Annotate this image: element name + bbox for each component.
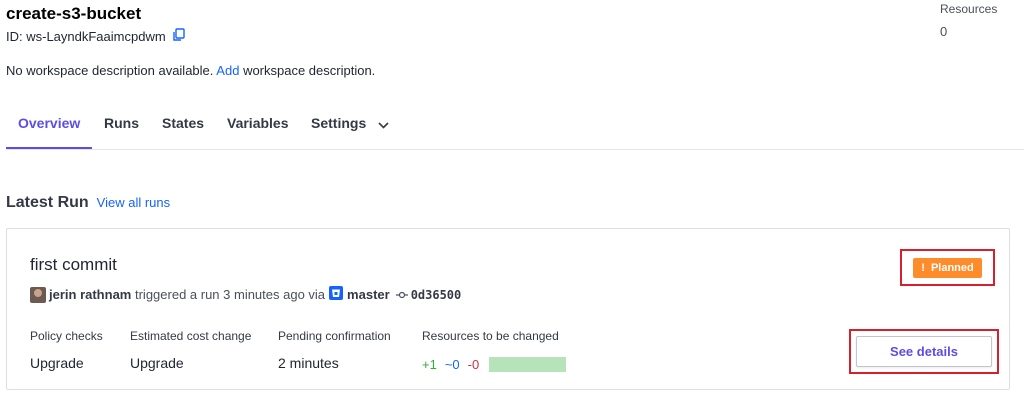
cost-estimation: Estimated cost change Upgrade (130, 329, 251, 371)
view-all-runs-link[interactable]: View all runs (97, 195, 170, 210)
copy-icon[interactable] (172, 28, 188, 44)
see-details-highlight: See details (849, 329, 999, 374)
tab-settings[interactable]: Settings (299, 98, 401, 149)
add-description-link[interactable]: Add (216, 63, 239, 78)
workspace-tabs: Overview Runs States Variables Settings (6, 98, 1024, 150)
branch-name: master (347, 287, 390, 302)
pending-confirmation-label: Pending confirmation (278, 329, 391, 343)
tab-states[interactable]: States (150, 98, 216, 149)
avatar (30, 286, 46, 303)
cost-estimation-value: Upgrade (130, 355, 184, 371)
resources-add-count: +1 (422, 357, 437, 372)
cost-estimation-label: Estimated cost change (130, 329, 252, 343)
resource-changes-bar (489, 357, 567, 372)
tab-variables[interactable]: Variables (215, 98, 301, 149)
workspace-description: No workspace description available. Add … (6, 63, 375, 78)
description-text: No workspace description available. (6, 63, 214, 78)
run-meta: jerin rathnam triggered a run 3 minutes … (30, 286, 461, 303)
resources-label: Resources (940, 2, 998, 16)
chevron-down-icon (378, 99, 389, 149)
exclamation-icon: ! (921, 261, 925, 274)
run-action: triggered a run 3 minutes ago via (134, 287, 326, 302)
policy-checks-value: Upgrade (30, 355, 84, 371)
status-label: Planned (930, 261, 974, 274)
resources-summary: Resources 0 (940, 2, 997, 39)
policy-checks: Policy checks Upgrade (30, 329, 103, 371)
commit-sha[interactable]: 0d36500 (411, 288, 462, 302)
tab-settings-label: Settings (311, 115, 367, 131)
bitbucket-icon (329, 286, 344, 303)
see-details-button[interactable]: See details (856, 336, 992, 367)
resources-count: 0 (940, 24, 948, 39)
resource-changes: +1 ~0 -0 (422, 357, 567, 372)
pending-confirmation: Pending confirmation 2 minutes (278, 329, 391, 371)
commit-message[interactable]: first commit (30, 255, 117, 275)
status-highlight: ! Planned (900, 249, 995, 286)
status-badge: ! Planned (913, 257, 982, 278)
commit-icon (395, 287, 408, 302)
resources-change-count: ~0 (444, 357, 460, 372)
resources-to-change-label: Resources to be changed (422, 329, 559, 343)
latest-run-header: Latest Run View all runs (6, 194, 170, 212)
pending-confirmation-value: 2 minutes (278, 355, 339, 371)
workspace-id: ID: ws-LayndkFaaimcpdwm (6, 28, 188, 44)
policy-checks-label: Policy checks (30, 329, 103, 343)
description-suffix: workspace description. (243, 63, 376, 78)
resources-destroy-count: -0 (467, 357, 480, 372)
latest-run-heading: Latest Run (6, 194, 89, 211)
tab-overview[interactable]: Overview (6, 98, 92, 149)
latest-run-card[interactable]: first commit jerin rathnam triggered a r… (6, 228, 1010, 390)
tab-runs[interactable]: Runs (92, 98, 151, 149)
run-user: jerin rathnam (49, 287, 132, 302)
resources-to-change: Resources to be changed +1 ~0 -0 (422, 329, 567, 372)
workspace-title: create-s3-bucket (6, 4, 142, 23)
workspace-id-label: ID: ws-LayndkFaaimcpdwm (6, 28, 166, 44)
